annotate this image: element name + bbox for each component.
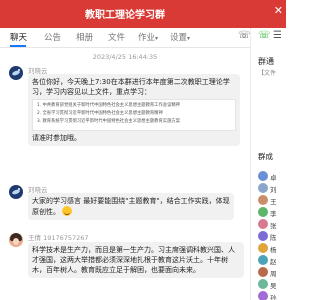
title-bar: 教职工理论学习群 ✕ <box>0 0 286 28</box>
member-avatar <box>258 243 268 253</box>
member-row[interactable]: 赵 <box>258 255 286 267</box>
member-row[interactable]: 王 <box>258 195 286 207</box>
member-name: 李 <box>270 210 277 218</box>
chevron-down-icon: ▾ <box>187 35 191 42</box>
member-avatar <box>258 255 268 265</box>
member-avatar <box>258 279 268 289</box>
member-name: 刘 <box>270 186 277 194</box>
tab-chat[interactable]: 聊天 <box>10 31 27 43</box>
tab-homework-label: 作业 <box>138 33 156 43</box>
member-name: 王 <box>270 198 277 206</box>
quote-line: 3. 教育系统学习贯彻习近平新时代中国特色社会主义思想主题教育实施方案 <box>37 119 180 124</box>
member-avatar <box>258 231 268 241</box>
smile-emoji-icon <box>62 206 73 216</box>
quoted-document[interactable]: 1. 中共教育部党组关于新时代中国特色社会主义思想主题教育工作会议精神 2. 全… <box>32 99 236 131</box>
tab-album[interactable]: 相册 <box>76 31 93 43</box>
window-title: 教职工理论学习群 <box>85 10 165 21</box>
tab-settings[interactable]: 设置▾ <box>170 31 190 43</box>
phone-icon[interactable]: ☏ <box>258 30 271 41</box>
tab-bar: 聊天 公告 相册 文件 作业▾ 设置▾ ☏ <box>0 28 286 48</box>
member-avatar <box>258 207 268 217</box>
member-name: 周 <box>270 270 277 278</box>
tab-files[interactable]: 文件 <box>108 31 125 43</box>
message-text: 各位你好，今天晚上7:30在本群进行本年度第二次教职工理论学习，学习内容见以上文… <box>32 78 230 96</box>
member-row[interactable]: 陈 <box>258 231 286 243</box>
message-bubble[interactable]: 各位你好，今天晚上7:30在本群进行本年度第二次教职工理论学习，学习内容见以上文… <box>28 74 240 146</box>
close-icon[interactable]: ✕ <box>274 4 283 17</box>
member-name: 吴 <box>270 282 277 290</box>
group-notice-title: 群通 <box>258 57 274 66</box>
member-name: 陈 <box>270 234 277 242</box>
quote-line: 1. 中共教育部党组关于新时代中国特色社会主义思想主题教育工作会议精神 <box>37 103 180 108</box>
quote-line: 2. 全省学习贯彻习近平新时代中国特色社会主义思想主题教育精神 <box>37 111 163 116</box>
member-avatar <box>258 291 268 300</box>
member-row[interactable]: 卓 <box>258 171 286 183</box>
member-name: 赵 <box>270 258 277 266</box>
avatar[interactable] <box>9 185 23 199</box>
member-row[interactable]: 周 <box>258 267 286 279</box>
member-avatar <box>258 219 268 229</box>
message-text: 请准时参加哦。 <box>32 134 81 142</box>
menu-icon[interactable]: ☰ <box>273 30 282 41</box>
tab-settings-label: 设置 <box>170 33 188 43</box>
member-row[interactable]: 李 <box>258 207 286 219</box>
chat-message-area[interactable]: 2023/4/25 16:44:35 刘晓云 各位你好，今天晚上7:30在本群进… <box>0 48 250 300</box>
member-avatar <box>258 171 268 181</box>
member-row[interactable]: 张 <box>258 219 286 231</box>
message-bubble[interactable]: 科学技术是生产力，而且是第一生产力。习主席强调科教兴国、人才强国，这两大举措都必… <box>28 242 244 278</box>
chevron-down-icon: ▾ <box>155 35 159 42</box>
message-text: 科学技术是生产力，而且是第一生产力。习主席强调科教兴国、人才强国，这两大举措都必… <box>32 246 235 274</box>
tab-homework[interactable]: 作业▾ <box>138 31 158 43</box>
avatar[interactable] <box>9 66 23 80</box>
member-name: 张 <box>270 222 277 230</box>
member-row[interactable]: 刘 <box>258 183 286 195</box>
group-call-icon[interactable]: ☏ <box>238 30 251 41</box>
message-timestamp: 2023/4/25 16:44:35 <box>92 53 158 61</box>
member-avatar <box>258 267 268 277</box>
member-name: 孙 <box>270 294 277 300</box>
sender-name: 王倩 19176757267 <box>28 234 89 242</box>
avatar[interactable] <box>9 233 23 247</box>
member-avatar <box>258 195 268 205</box>
group-info-sidebar: ☏ ☰ 群通 【文件 群成 卓刘王李张陈杨赵周吴孙 <box>250 28 286 300</box>
member-row[interactable]: 孙 <box>258 291 286 300</box>
member-row[interactable]: 吴 <box>258 279 286 291</box>
active-tab-indicator <box>10 45 26 47</box>
member-name: 杨 <box>270 246 277 254</box>
tab-announcement[interactable]: 公告 <box>44 31 61 43</box>
member-avatar <box>258 183 268 193</box>
message-bubble[interactable]: 大家的学习感言 最好要能围绕"主题教育"，结合工作实践，体现原创性。 <box>28 193 234 220</box>
member-name: 卓 <box>270 174 277 182</box>
members-heading: 群成 <box>258 152 273 161</box>
group-notice-text[interactable]: 【文件 <box>258 68 276 77</box>
member-row[interactable]: 杨 <box>258 243 286 255</box>
